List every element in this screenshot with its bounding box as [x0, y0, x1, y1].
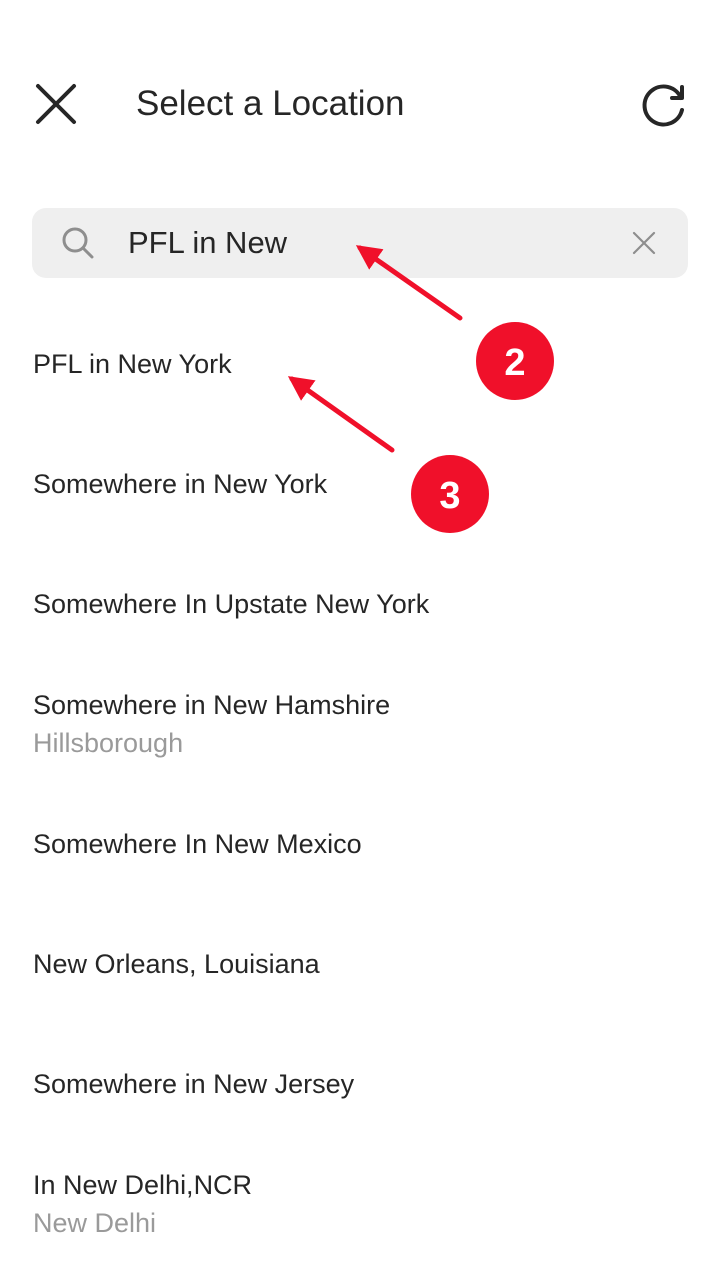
result-title: Somewhere In Upstate New York	[33, 589, 430, 619]
result-title: In New Delhi,NCR	[33, 1170, 253, 1200]
list-item[interactable]: Somewhere in New Hamshire Hillsborough	[0, 688, 720, 760]
list-item[interactable]: Somewhere in New Jersey	[0, 1067, 720, 1101]
result-title: Somewhere in New Hamshire	[33, 690, 391, 720]
result-title: Somewhere in New Jersey	[33, 1069, 355, 1099]
list-item[interactable]: PFL in New York	[0, 347, 720, 381]
location-picker-screen: Select a Location PFL in New York Somewh…	[0, 0, 720, 1280]
list-item[interactable]: Somewhere In New Mexico	[0, 827, 720, 861]
list-item[interactable]: Somewhere In Upstate New York	[0, 587, 720, 621]
result-subtitle: Hillsborough	[33, 728, 184, 758]
result-title: Somewhere in New York	[33, 469, 328, 499]
list-item[interactable]: In New Delhi,NCR New Delhi	[0, 1168, 720, 1240]
result-subtitle: New Delhi	[33, 1208, 157, 1238]
result-title: PFL in New York	[33, 349, 232, 379]
results-list: PFL in New York Somewhere in New York So…	[0, 0, 720, 1280]
result-title: Somewhere In New Mexico	[33, 829, 362, 859]
result-title: New Orleans, Louisiana	[33, 949, 320, 979]
list-item[interactable]: Somewhere in New York	[0, 467, 720, 501]
list-item[interactable]: New Orleans, Louisiana	[0, 947, 720, 981]
